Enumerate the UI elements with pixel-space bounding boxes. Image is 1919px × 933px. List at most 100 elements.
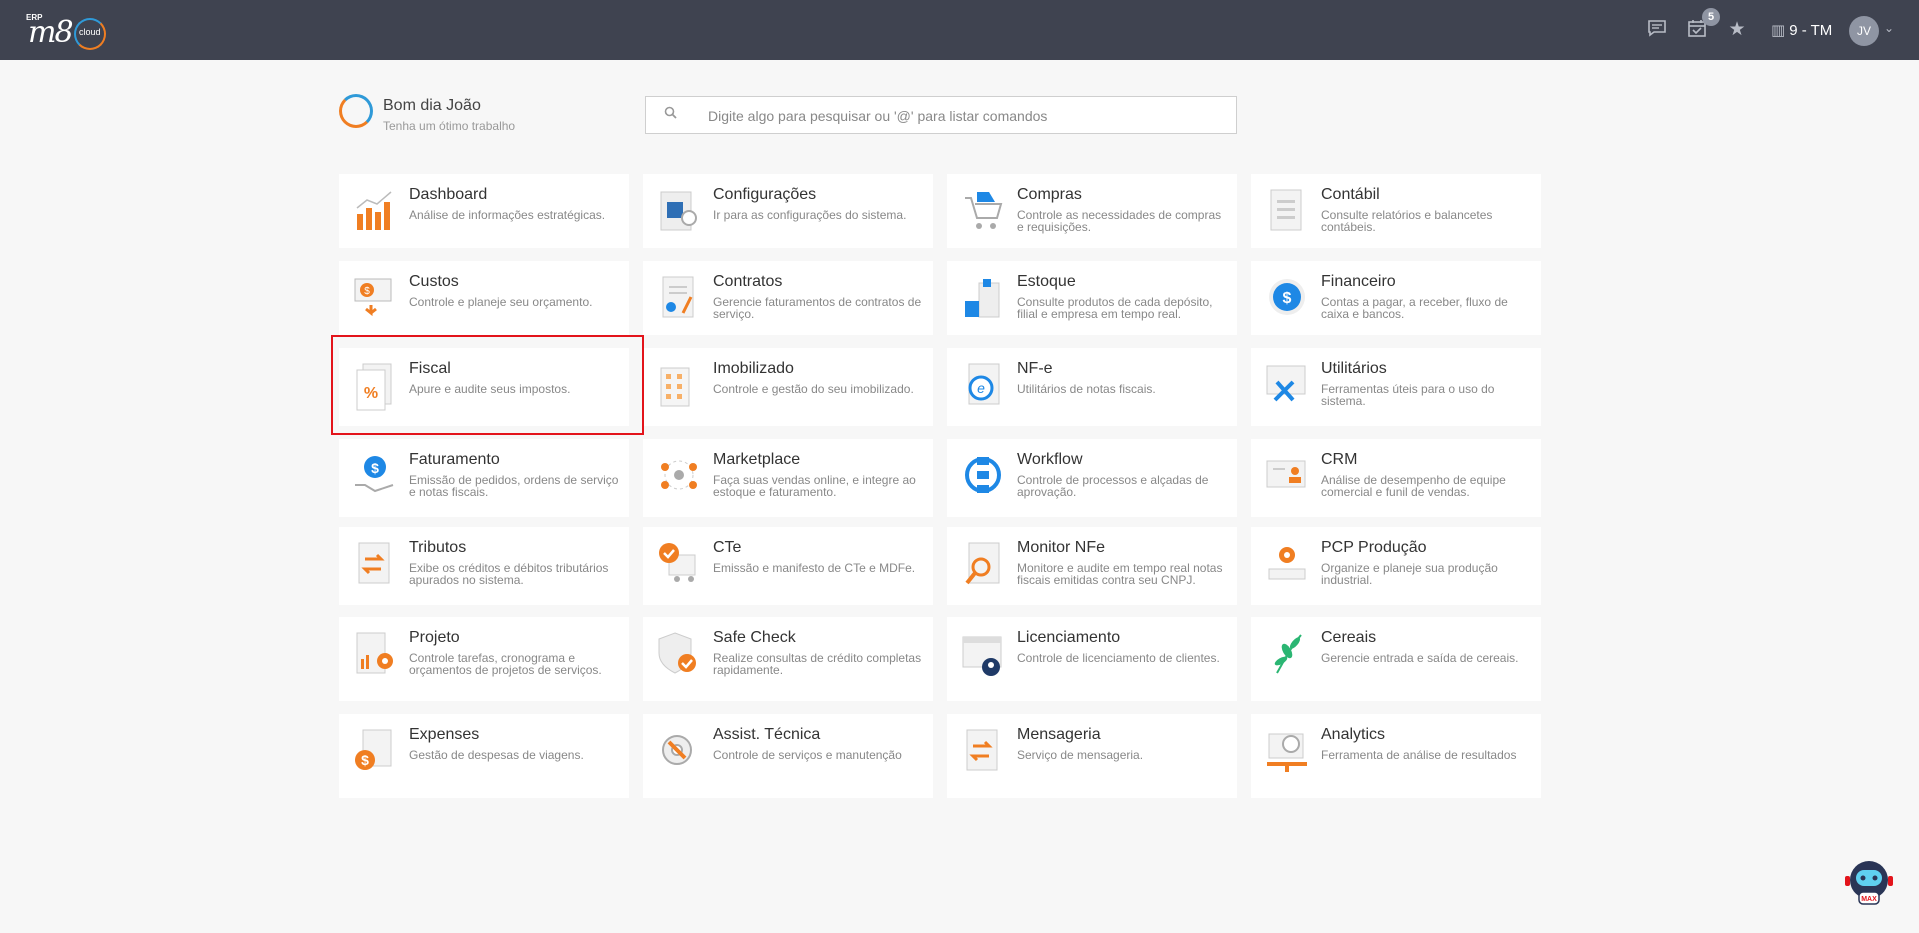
dollar-icon: $ — [1263, 273, 1311, 325]
module-card-crm[interactable]: CRM Análise de desempenho de equipe comer… — [1251, 439, 1541, 517]
greeting: Bom dia João Tenha um ótimo trabalho — [339, 94, 579, 136]
module-title: Monitor NFe — [1017, 539, 1106, 556]
module-card-custos[interactable]: $ Custos Controle e planeje seu orçamento. — [339, 261, 629, 335]
module-description: Análise de informações estratégicas. — [409, 208, 606, 222]
module-card-pcp-producao[interactable]: PCP Produção Organize e planeje sua produ… — [1251, 527, 1541, 605]
module-card-cereais[interactable]: Cereais Gerencie entrada e saída de cerea… — [1251, 617, 1541, 701]
module-description: Gestão de despesas de viagens. — [409, 748, 584, 762]
workflow-icon — [959, 451, 1007, 503]
module-description: Controle de processos e alçadas de aprov… — [1017, 473, 1209, 499]
module-description: Controle e planeje seu orçamento. — [409, 295, 593, 309]
module-card-assist-tecnica[interactable]: Assist. Técnica Controle de serviços e ma… — [643, 714, 933, 798]
module-title: Cereais — [1321, 629, 1377, 646]
module-card-estoque[interactable]: Estoque Consulte produtos de cada depósit… — [947, 261, 1237, 335]
hand-dollar-icon: $ — [351, 451, 399, 503]
chat-icon[interactable] — [1645, 18, 1669, 42]
module-card-contratos[interactable]: Contratos Gerencie faturamentos de contra… — [643, 261, 933, 335]
module-description: Emissão e manifesto de CTe e MDFe. — [713, 561, 916, 575]
module-card-marketplace[interactable]: Marketplace Faça suas vendas online, e in… — [643, 439, 933, 517]
module-title: Workflow — [1017, 451, 1083, 468]
greeting-subtitle: Tenha um ótimo trabalho — [383, 119, 516, 133]
module-description: Consulte relatórios e balancetes contábe… — [1321, 208, 1493, 234]
module-title: Assist. Técnica — [713, 726, 821, 743]
gear-production-icon — [1263, 539, 1311, 591]
tools-icon — [1263, 360, 1311, 412]
erp-m8-logo[interactable]: ERP m8 cloud — [24, 12, 114, 50]
module-card-mensageria[interactable]: Mensageria Serviço de mensageria. — [947, 714, 1237, 798]
module-title: NF-e — [1017, 360, 1053, 377]
module-card-safe-check[interactable]: Safe Check Realize consultas de crédito c… — [643, 617, 933, 701]
module-card-licenciamento[interactable]: Licenciamento Controle de licenciamento d… — [947, 617, 1237, 701]
top-bar: ERP m8 cloud 5 ★ ▥ 9 - TM JV ⌄ — [0, 0, 1919, 60]
license-icon — [959, 629, 1007, 681]
module-card-monitor-nfe[interactable]: Monitor NFe Monitore e audite em tempo re… — [947, 527, 1237, 605]
search-input[interactable] — [706, 105, 1220, 127]
module-description: Realize consultas de crédito completas r… — [713, 651, 922, 677]
search-box[interactable] — [645, 96, 1237, 134]
svg-text:MAX: MAX — [1861, 896, 1877, 903]
module-description: Faça suas vendas online, e integre ao es… — [713, 473, 916, 499]
module-title: Financeiro — [1321, 273, 1396, 290]
module-title: Dashboard — [409, 186, 488, 203]
module-card-imobilizado[interactable]: Imobilizado Controle e gestão do seu imob… — [643, 348, 933, 426]
module-description: Gerencie faturamentos de contratos de se… — [713, 295, 922, 321]
svg-text:$: $ — [364, 286, 370, 297]
svg-text:e: e — [977, 380, 985, 396]
module-description: Serviço de mensageria. — [1017, 748, 1144, 762]
module-card-tributos[interactable]: Tributos Exibe os créditos e débitos trib… — [339, 527, 629, 605]
star-icon[interactable]: ★ — [1725, 18, 1749, 42]
module-title: Tributos — [409, 539, 467, 556]
module-description: Utilitários de notas fiscais. — [1017, 382, 1156, 396]
module-title: CRM — [1321, 451, 1358, 468]
shield-check-icon — [655, 629, 703, 681]
module-card-contabil[interactable]: Contábil Consulte relatórios e balancetes… — [1251, 174, 1541, 248]
user-avatar[interactable]: JV — [1849, 16, 1879, 46]
contact-card-icon — [1263, 451, 1311, 503]
ledger-icon — [1263, 186, 1311, 238]
expense-icon: $ — [351, 726, 399, 778]
module-card-financeiro[interactable]: $ Financeiro Contas a pagar, a receber, fl… — [1251, 261, 1541, 335]
module-description: Controle de licenciamento de clientes. — [1017, 651, 1220, 665]
module-description: Monitore e audite em tempo real notas fi… — [1017, 561, 1223, 587]
analytics-icon — [1263, 726, 1311, 778]
module-title: Compras — [1017, 186, 1082, 203]
module-card-dashboard[interactable]: Dashboard Análise de informações estratég… — [339, 174, 629, 248]
module-description: Ferramenta de análise de resultados — [1321, 748, 1517, 762]
svg-text:$: $ — [371, 460, 379, 476]
notification-badge[interactable]: 5 — [1702, 8, 1720, 26]
warehouse-icon — [959, 273, 1007, 325]
module-card-cte[interactable]: CTe Emissão e manifesto de CTe e MDFe. — [643, 527, 933, 605]
module-description: Contas a pagar, a receber, fluxo de caix… — [1321, 295, 1508, 321]
module-card-faturamento[interactable]: $ Faturamento Emissão de pedidos, ordens d… — [339, 439, 629, 517]
module-description: Controle as necessidades de compras e re… — [1017, 208, 1222, 234]
module-title: Safe Check — [713, 629, 796, 646]
module-title: CTe — [713, 539, 742, 556]
settings-icon — [655, 186, 703, 238]
module-description: Controle de serviços e manutenção — [713, 748, 902, 762]
module-title: Licenciamento — [1017, 629, 1121, 646]
wrench-gear-icon — [655, 726, 703, 778]
smile-logo-icon — [339, 94, 373, 128]
module-title: Marketplace — [713, 451, 801, 468]
magnifier-document-icon — [959, 539, 1007, 591]
message-exchange-icon — [959, 726, 1007, 778]
module-card-projeto[interactable]: Projeto Controle tarefas, cronograma e or… — [339, 617, 629, 701]
module-card-analytics[interactable]: Analytics Ferramenta de análise de result… — [1251, 714, 1541, 798]
truck-icon — [655, 539, 703, 591]
company-selector[interactable]: ▥ 9 - TM — [1771, 21, 1832, 39]
module-card-workflow[interactable]: Workflow Controle de processos e alçadas … — [947, 439, 1237, 517]
module-card-expenses[interactable]: $ Expenses Gestão de despesas de viagens. — [339, 714, 629, 798]
module-description: Exibe os créditos e débitos tributários … — [409, 561, 609, 587]
module-title: Imobilizado — [713, 360, 794, 377]
module-title: Custos — [409, 273, 459, 290]
max-assistant-button[interactable]: MAX — [1841, 854, 1897, 910]
building-icon: ▥ — [1771, 22, 1786, 39]
chevron-down-icon[interactable]: ⌄ — [1884, 21, 1894, 35]
building-icon — [655, 360, 703, 412]
module-card-utilitarios[interactable]: Utilitários Ferramentas úteis para o uso … — [1251, 348, 1541, 426]
module-title: Faturamento — [409, 451, 500, 468]
module-card-compras[interactable]: Compras Controle as necessidades de compr… — [947, 174, 1237, 248]
module-card-nf-e[interactable]: e NF-e Utilitários de notas fiscais. — [947, 348, 1237, 426]
module-card-configuracoes[interactable]: Configurações Ir para as configurações do… — [643, 174, 933, 248]
exchange-document-icon — [351, 539, 399, 591]
